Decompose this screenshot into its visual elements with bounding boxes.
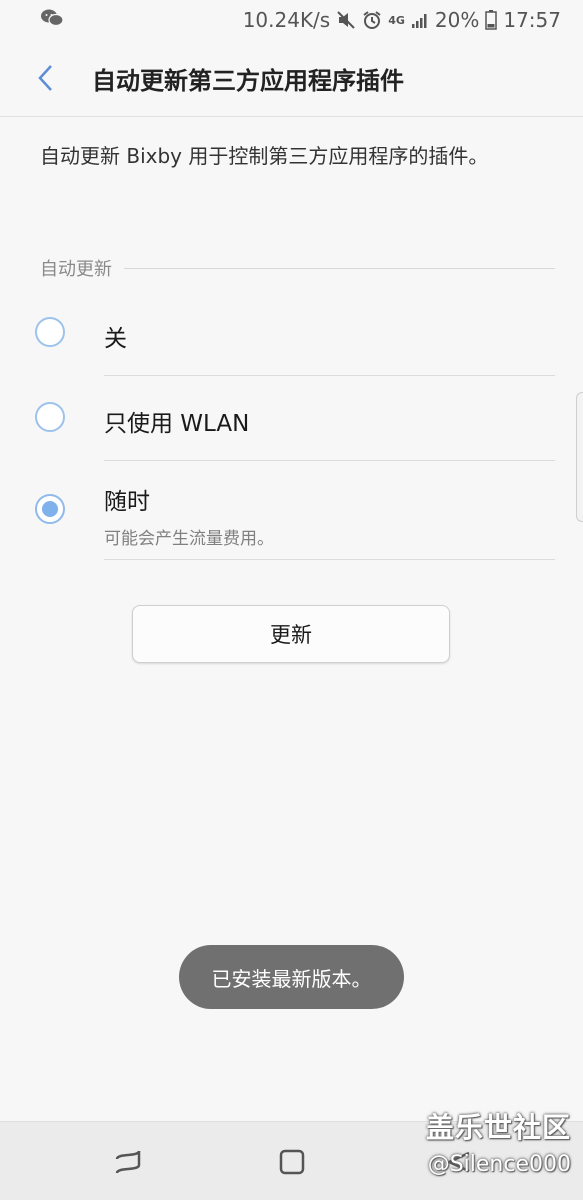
description-text: 自动更新 Bixby 用于控制第三方应用程序的插件。 bbox=[40, 144, 489, 168]
radio-always[interactable] bbox=[35, 494, 65, 524]
option-off-label: 关 bbox=[104, 326, 127, 352]
clock: 17:57 bbox=[503, 8, 561, 32]
option-divider bbox=[104, 559, 555, 560]
option-divider bbox=[104, 460, 555, 461]
update-button[interactable]: 更新 bbox=[132, 605, 450, 663]
watermark-user: @Silence000 bbox=[427, 1152, 571, 1177]
mute-icon bbox=[336, 10, 356, 30]
section-divider bbox=[124, 267, 555, 269]
home-button[interactable] bbox=[274, 1144, 310, 1180]
status-bar: 10.24K/s 4G 20% 17:57 bbox=[0, 0, 583, 40]
option-divider bbox=[104, 375, 555, 376]
battery-icon bbox=[485, 10, 498, 30]
watermark: 盖乐世社区 @Silence000 bbox=[426, 1106, 571, 1177]
radio-wlan-only[interactable] bbox=[35, 402, 65, 432]
page-title: 自动更新第三方应用程序插件 bbox=[92, 66, 404, 95]
option-wlan-only-label: 只使用 WLAN bbox=[104, 411, 250, 437]
section-title: 自动更新 bbox=[40, 259, 112, 280]
option-always[interactable]: 随时 可能会产生流量费用。 bbox=[0, 472, 555, 552]
radio-off[interactable] bbox=[35, 317, 65, 347]
option-always-subtext: 可能会产生流量费用。 bbox=[104, 529, 274, 549]
recent-apps-icon bbox=[115, 1150, 141, 1174]
battery-level: 20% bbox=[434, 8, 480, 32]
recent-apps-button[interactable] bbox=[110, 1144, 146, 1180]
edge-panel-handle[interactable] bbox=[576, 392, 583, 522]
app-bar: 自动更新第三方应用程序插件 bbox=[0, 40, 583, 117]
signal-icon bbox=[411, 11, 429, 29]
network-type: 4G bbox=[388, 13, 405, 27]
chevron-left-icon bbox=[38, 65, 52, 91]
alarm-icon bbox=[362, 10, 382, 30]
back-button[interactable] bbox=[16, 48, 76, 108]
home-icon bbox=[279, 1149, 305, 1175]
section-header: 自动更新 bbox=[40, 255, 555, 281]
option-always-label: 随时 bbox=[104, 489, 150, 515]
wechat-icon bbox=[40, 8, 64, 33]
toast-message: 已安装最新版本。 bbox=[179, 945, 404, 1009]
option-wlan-only[interactable]: 只使用 WLAN bbox=[0, 384, 555, 456]
watermark-community: 盖乐世社区 bbox=[425, 1111, 571, 1144]
option-off[interactable]: 关 bbox=[0, 300, 555, 372]
network-speed: 10.24K/s bbox=[242, 8, 331, 32]
